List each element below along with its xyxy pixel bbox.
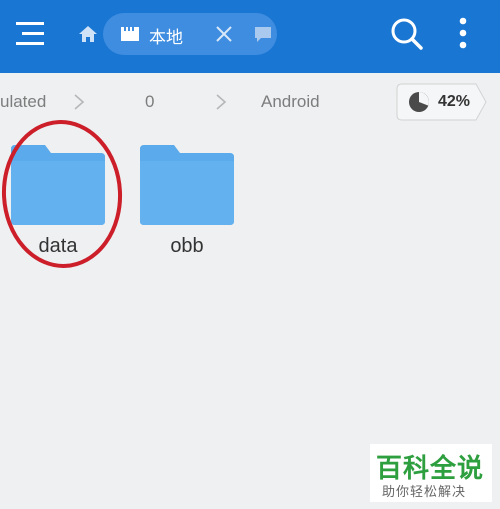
folder-icon [140, 145, 234, 225]
tab-label: 本地 [149, 28, 183, 48]
watermark-subtitle: 助你轻松解决 [382, 485, 467, 500]
folder-icon [11, 145, 105, 225]
pie-chart-icon [409, 92, 429, 112]
menu-icon[interactable] [16, 20, 48, 48]
chevron-right-icon [216, 94, 227, 110]
watermark-logo: 百科全说 助你轻松解决 [370, 444, 492, 502]
breadcrumb-item[interactable]: ulated [0, 92, 46, 112]
home-icon[interactable] [78, 24, 98, 44]
breadcrumb: ulated 0 Android 42% [0, 73, 500, 131]
folder-item-obb[interactable]: obb [132, 145, 242, 265]
chevron-right-icon [74, 94, 85, 110]
sd-card-icon [121, 27, 139, 41]
breadcrumb-item[interactable]: 0 [145, 92, 154, 112]
breadcrumb-item[interactable]: Android [261, 92, 320, 112]
storage-percent: 42% [438, 93, 471, 110]
tab-local-storage[interactable]: 本地 [103, 13, 277, 55]
close-icon[interactable] [213, 23, 235, 45]
more-vertical-icon[interactable] [452, 16, 474, 52]
folder-name: data [38, 235, 78, 257]
watermark-title: 百科全说 [376, 454, 485, 484]
top-toolbar: 本地 [0, 0, 500, 73]
window-icon[interactable] [253, 25, 273, 43]
storage-usage-badge[interactable]: 42% [396, 83, 488, 121]
search-icon[interactable] [390, 17, 424, 51]
folder-item-data[interactable]: data [3, 145, 113, 265]
folder-name: obb [170, 235, 204, 257]
